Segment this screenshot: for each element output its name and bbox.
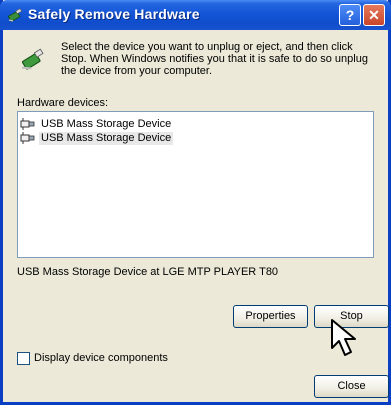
properties-button[interactable]: Properties bbox=[233, 305, 308, 328]
mouse-pointer-icon bbox=[331, 319, 356, 356]
close-button[interactable]: Close bbox=[314, 375, 389, 398]
hardware-devices-list[interactable]: USB Mass Storage Device USB Mass Storage… bbox=[17, 111, 374, 258]
usb-device-icon bbox=[21, 48, 44, 70]
list-item-device-1[interactable]: USB Mass Storage Device bbox=[20, 117, 173, 131]
device-label: USB Mass Storage Device bbox=[41, 117, 172, 130]
close-window-button[interactable]: ✕ bbox=[363, 4, 385, 26]
title-bar[interactable]: Safely Remove Hardware ? ✕ bbox=[0, 0, 391, 30]
display-device-components-label[interactable]: Display device components bbox=[34, 352, 168, 364]
help-button[interactable]: ? bbox=[339, 4, 361, 26]
device-label: USB Mass Storage Device bbox=[39, 131, 174, 145]
list-item-device-2[interactable]: USB Mass Storage Device bbox=[20, 131, 174, 145]
window-title: Safely Remove Hardware bbox=[28, 6, 200, 22]
usb-plug-icon bbox=[20, 118, 35, 130]
instructions-text: Select the device you want to unplug or … bbox=[61, 41, 368, 77]
device-status-text: USB Mass Storage Device at LGE MTP PLAYE… bbox=[17, 266, 279, 278]
safely-remove-hardware-icon bbox=[7, 8, 23, 23]
usb-plug-icon bbox=[20, 132, 35, 144]
display-device-components-checkbox[interactable] bbox=[17, 352, 30, 365]
hardware-devices-label: Hardware devices: bbox=[17, 97, 109, 109]
safely-remove-hardware-dialog: Safely Remove Hardware ? ✕ Select the de… bbox=[0, 0, 391, 405]
